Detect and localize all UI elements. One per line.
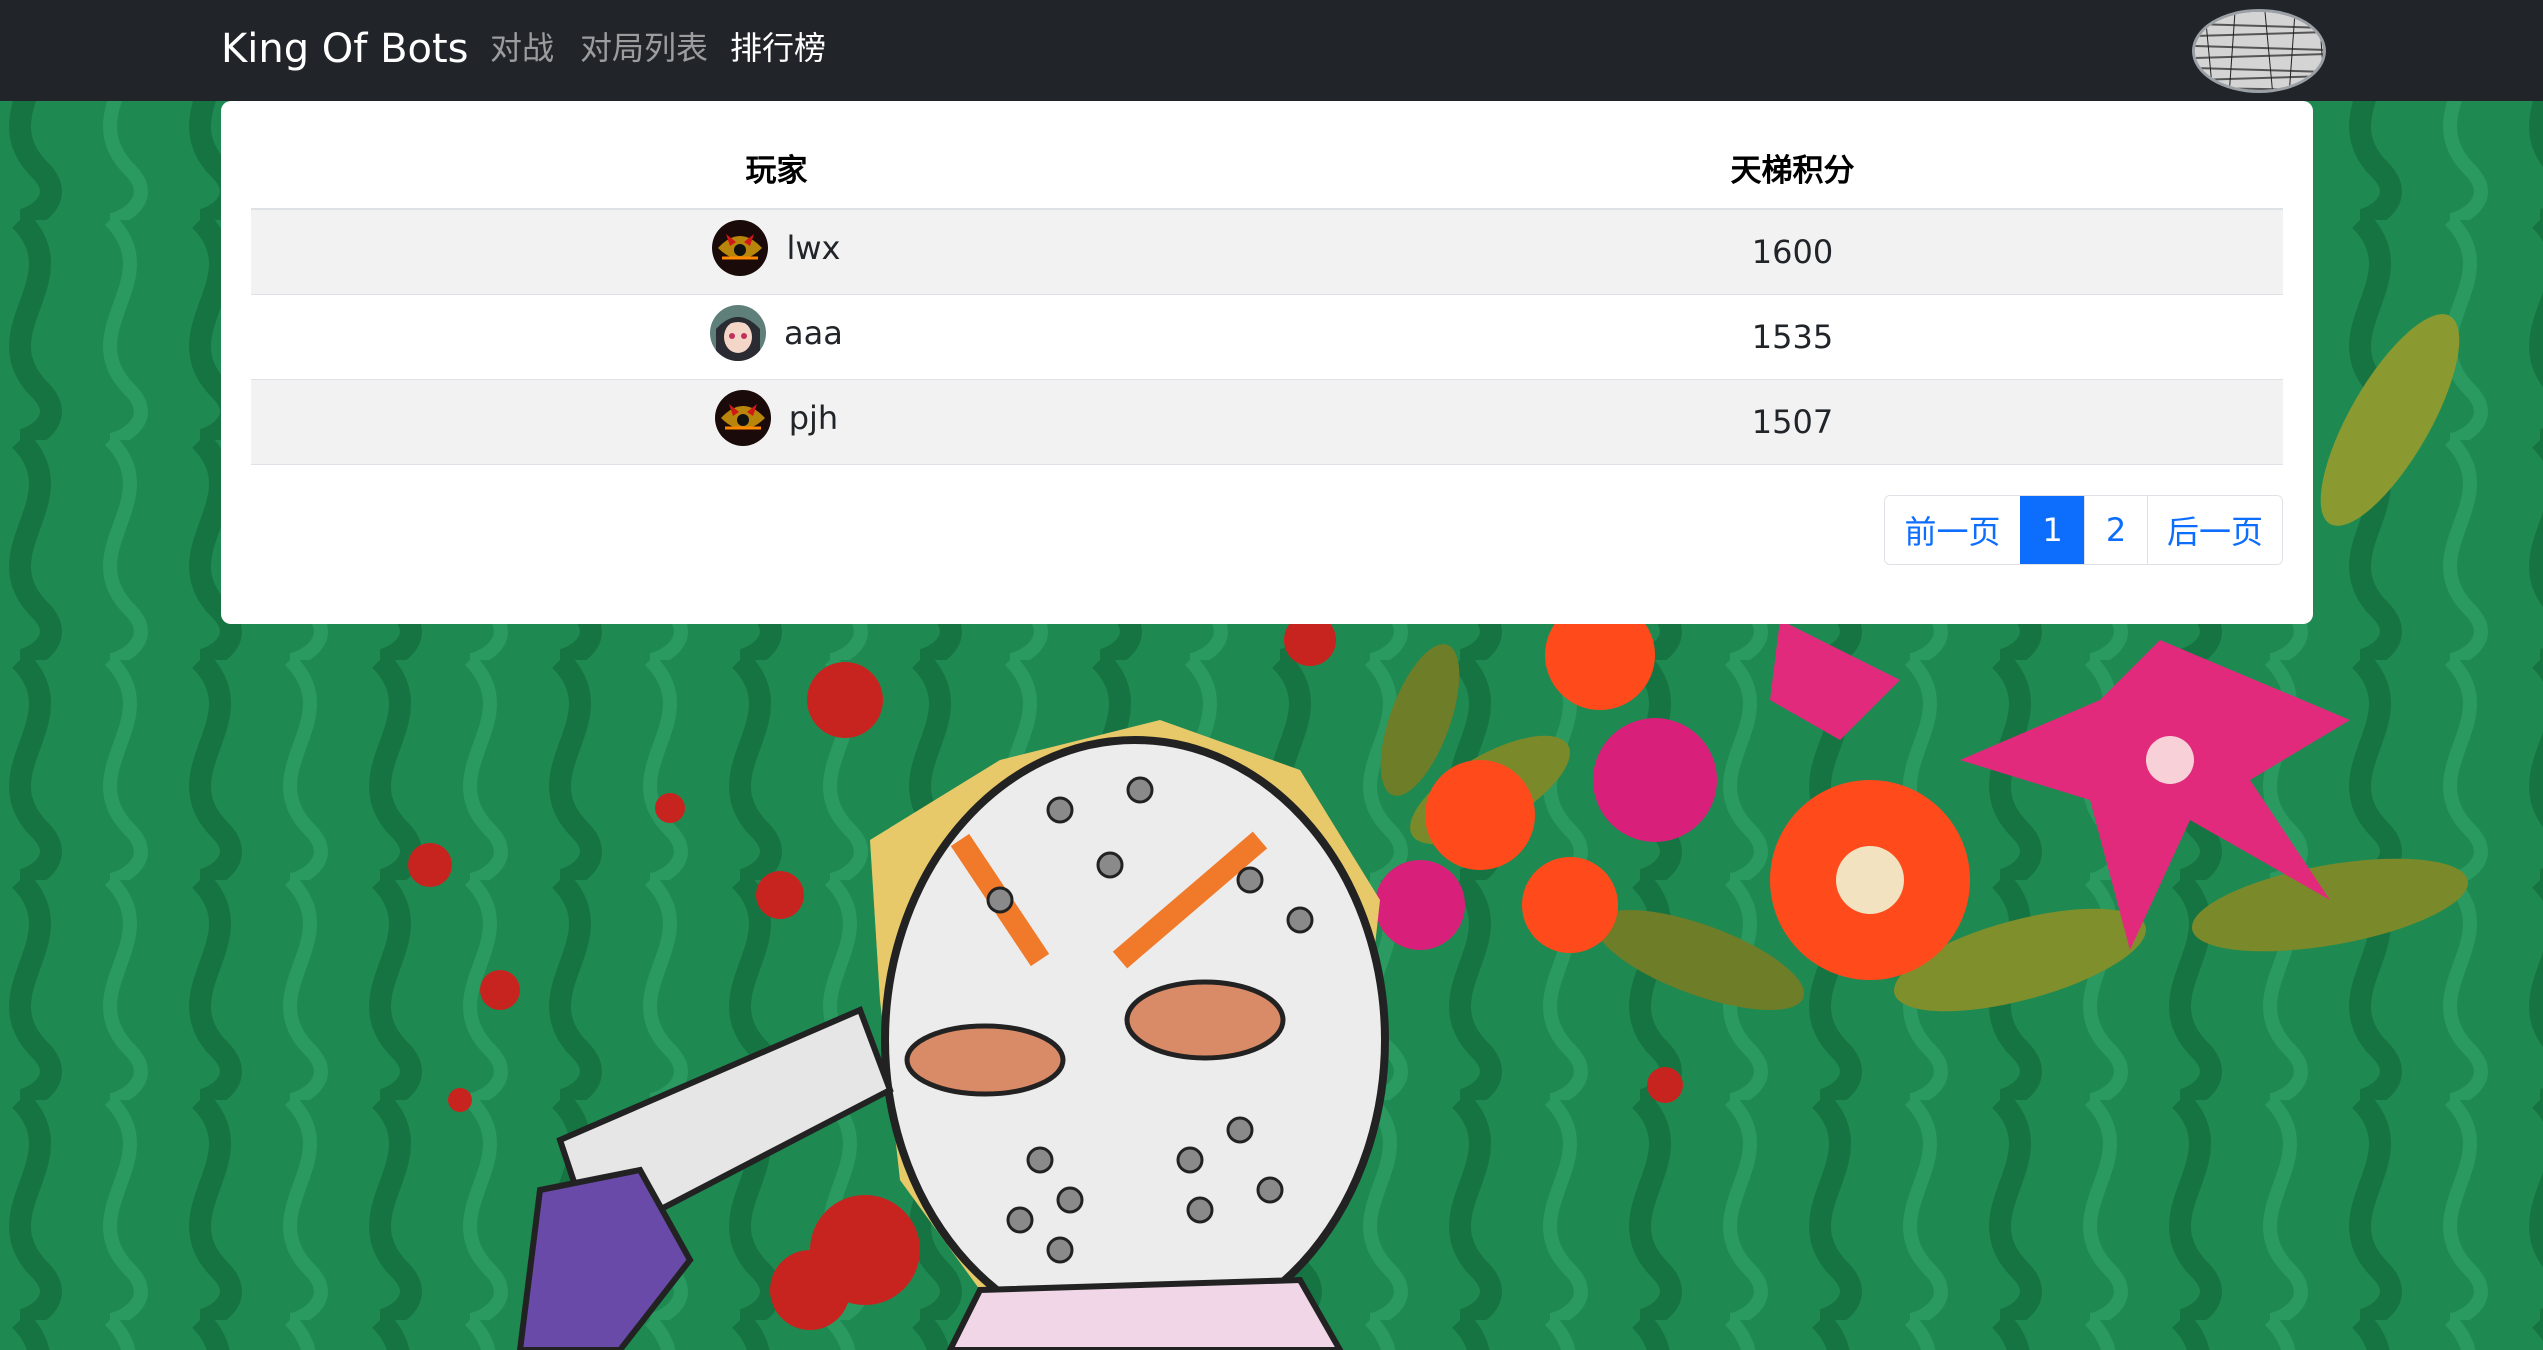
nav-link-record-list[interactable]: 对局列表 (580, 25, 708, 71)
rating-cell: 1535 (1301, 294, 2283, 380)
pagination-prev-button[interactable]: 前一页 (1885, 496, 2020, 564)
pagination-page-2[interactable]: 2 (2084, 496, 2147, 564)
pagination: 前一页 1 2 后一页 (1884, 495, 2283, 565)
pagination-page-1[interactable]: 1 (2020, 496, 2084, 564)
header-player: 玩家 (251, 126, 1302, 210)
table-row: pjh 1507 (251, 379, 2283, 465)
player-username: aaa (784, 314, 843, 352)
nav-link-battle[interactable]: 对战 (490, 25, 554, 71)
player-username: lwx (786, 229, 841, 267)
ranklist-card: 玩家 天梯积分 lwx 1600 aaa 1535 pjh 1507 前一页 1… (221, 101, 2313, 624)
player-cell: aaa (251, 294, 1302, 380)
dark-red-avatar-icon (714, 390, 771, 446)
anime-girl-avatar-icon (710, 305, 767, 361)
ranklist-table: 玩家 天梯积分 lwx 1600 aaa 1535 pjh 1507 (251, 126, 2283, 465)
header-rating: 天梯积分 (1301, 126, 2283, 210)
table-header-row: 玩家 天梯积分 (251, 126, 2283, 210)
player-cell: pjh (251, 379, 1302, 465)
dark-red-avatar-icon (712, 220, 769, 276)
player-cell: lwx (251, 209, 1302, 295)
top-navbar: King Of Bots 对战 对局列表 排行榜 (0, 0, 2543, 101)
brand-link[interactable]: King Of Bots (221, 21, 469, 77)
pagination-next-button[interactable]: 后一页 (2147, 496, 2282, 564)
nav-link-ranklist[interactable]: 排行榜 (730, 25, 826, 71)
table-row: aaa 1535 (251, 294, 2283, 380)
table-row: lwx 1600 (251, 209, 2283, 295)
user-avatar-icon[interactable] (2192, 9, 2326, 93)
player-username: pjh (788, 399, 839, 437)
rating-cell: 1507 (1301, 379, 2283, 465)
rating-cell: 1600 (1301, 209, 2283, 295)
